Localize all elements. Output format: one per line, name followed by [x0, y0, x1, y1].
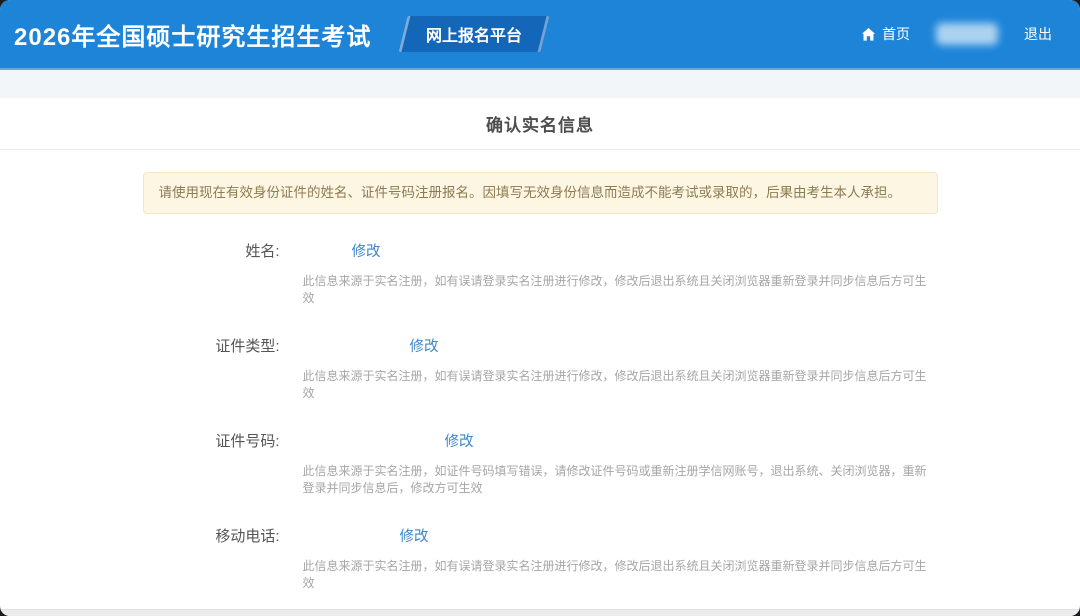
- modify-mobile-link[interactable]: 修改: [400, 525, 429, 546]
- horizontal-scrollbar-track[interactable]: [0, 609, 1080, 616]
- page-title-bar: 确认实名信息: [0, 98, 1080, 150]
- field-label-name: 姓名:: [143, 240, 280, 261]
- field-value-redacted: [280, 527, 400, 543]
- top-nav: 首页 退出: [861, 23, 1052, 45]
- field-row-mobile: 移动电话: 修改 此信息来源于实名注册，如有误请登录实名注册进行修改，修改后退出…: [143, 524, 938, 592]
- field-label-id-number: 证件号码:: [143, 430, 280, 451]
- field-line: 移动电话: 修改: [143, 524, 938, 546]
- brand: 2026年全国硕士研究生招生考试 网上报名平台: [14, 16, 545, 52]
- field-help-id-number: 此信息来源于实名注册，如证件号码填写错误，请修改证件号码或重新注册学信网账号，退…: [303, 463, 938, 497]
- field-help-name: 此信息来源于实名注册，如有误请登录实名注册进行修改，修改后退出系统且关闭浏览器重…: [303, 273, 938, 307]
- nav-logout-label: 退出: [1024, 24, 1052, 44]
- page-title: 确认实名信息: [486, 111, 594, 136]
- header: 2026年全国硕士研究生招生考试 网上报名平台 首页 退出: [0, 0, 1080, 70]
- sub-header-band: [0, 70, 1080, 98]
- app-window: 2026年全国硕士研究生招生考试 网上报名平台 首页 退出 确认实名信息 请使用…: [0, 0, 1080, 616]
- username-redacted: [936, 23, 998, 45]
- platform-badge-label: 网上报名平台: [426, 22, 522, 46]
- app-title: 2026年全国硕士研究生招生考试: [14, 17, 371, 52]
- home-icon: [861, 27, 876, 42]
- modify-id-type-link[interactable]: 修改: [410, 335, 439, 356]
- modify-id-number-link[interactable]: 修改: [445, 430, 474, 451]
- main-content: 请使用现在有效身份证件的姓名、证件号码注册报名。因填写无效身份信息而造成不能考试…: [0, 150, 1080, 616]
- field-value-redacted: [280, 337, 410, 353]
- modify-name-link[interactable]: 修改: [352, 240, 381, 261]
- field-help-mobile: 此信息来源于实名注册，如有误请登录实名注册进行修改，修改后退出系统且关闭浏览器重…: [303, 558, 938, 592]
- field-label-mobile: 移动电话:: [143, 525, 280, 546]
- notice-banner: 请使用现在有效身份证件的姓名、证件号码注册报名。因填写无效身份信息而造成不能考试…: [143, 172, 938, 214]
- field-line: 证件号码: 修改: [143, 429, 938, 451]
- field-value-redacted: [280, 242, 352, 258]
- nav-home-label: 首页: [882, 24, 910, 44]
- field-row-id-type: 证件类型: 修改 此信息来源于实名注册，如有误请登录实名注册进行修改，修改后退出…: [143, 334, 938, 402]
- notice-text: 请使用现在有效身份证件的姓名、证件号码注册报名。因填写无效身份信息而造成不能考试…: [159, 185, 902, 200]
- field-row-id-number: 证件号码: 修改 此信息来源于实名注册，如证件号码填写错误，请修改证件号码或重新…: [143, 429, 938, 497]
- field-line: 姓名: 修改: [143, 239, 938, 261]
- field-help-id-type: 此信息来源于实名注册，如有误请登录实名注册进行修改，修改后退出系统且关闭浏览器重…: [303, 368, 938, 402]
- field-row-name: 姓名: 修改 此信息来源于实名注册，如有误请登录实名注册进行修改，修改后退出系统…: [143, 239, 938, 307]
- field-label-id-type: 证件类型:: [143, 335, 280, 356]
- field-line: 证件类型: 修改: [143, 334, 938, 356]
- nav-logout[interactable]: 退出: [1024, 24, 1052, 44]
- platform-badge: 网上报名平台: [399, 16, 550, 52]
- field-value-redacted: [280, 432, 445, 448]
- nav-home[interactable]: 首页: [861, 24, 910, 44]
- realname-form: 姓名: 修改 此信息来源于实名注册，如有误请登录实名注册进行修改，修改后退出系统…: [143, 239, 938, 592]
